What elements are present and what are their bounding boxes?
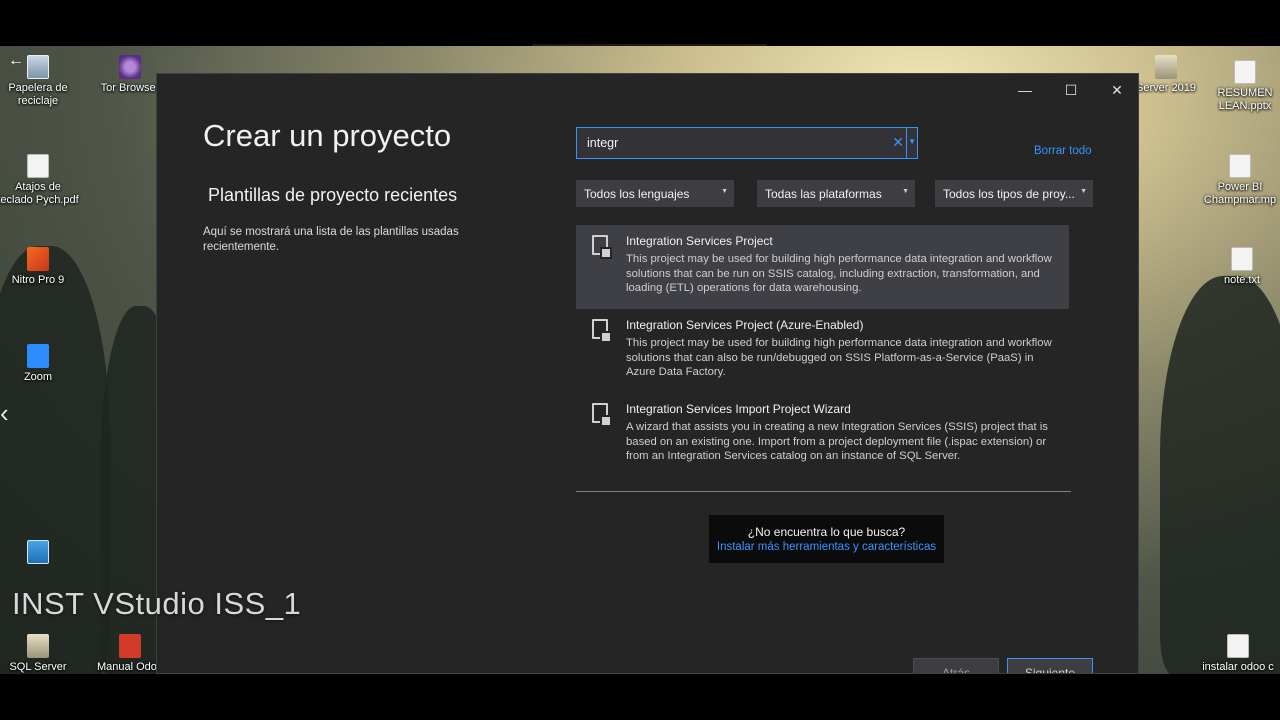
template-title: Integration Services Project (Azure-Enab… <box>626 318 864 332</box>
desktop-icon-computer[interactable] <box>0 540 80 567</box>
desktop-icon-label: Papelera de reciclaje <box>8 82 68 107</box>
clear-all-link[interactable]: Borrar todo <box>1034 145 1092 157</box>
recent-templates-description: Aquí se mostrará una lista de las planti… <box>203 226 459 253</box>
chevron-left-icon[interactable]: ‹ <box>0 398 9 429</box>
desktop-icon-resumen-lean[interactable]: RESUMEN LEAN.pptx <box>1206 60 1280 113</box>
pdf-file-icon <box>27 154 49 178</box>
file-icon <box>1227 634 1249 658</box>
integration-project-icon <box>590 235 614 261</box>
recycle-bin-icon <box>27 55 49 79</box>
search-separator <box>906 128 907 158</box>
zoom-icon <box>27 344 49 368</box>
chevron-down-icon: ▼ <box>1080 188 1087 195</box>
recent-templates-heading: Plantillas de proyecto recientes <box>208 185 458 205</box>
video-overlay-title: INST VStudio ISS_1 <box>12 586 302 621</box>
desktop-icon-label: instalar odoo c <box>1202 661 1274 673</box>
desktop-icon-zoom[interactable]: Zoom <box>0 344 80 384</box>
chevron-down-icon: ▼ <box>721 188 728 195</box>
desktop-icon-power-bi[interactable]: Power BI Champmar.mp <box>1200 154 1280 207</box>
nitro-pro-icon <box>27 247 49 271</box>
page-title: Crear un proyecto <box>203 118 452 153</box>
next-button[interactable]: Siguiente <box>1007 658 1093 673</box>
template-result[interactable]: Integration Services Project This projec… <box>576 225 1069 309</box>
close-button[interactable]: ✕ <box>1097 78 1137 102</box>
desktop-icon-nitro-pro[interactable]: Nitro Pro 9 <box>0 247 80 287</box>
powerbi-file-icon <box>1229 154 1251 178</box>
desktop-icon-label: Nitro Pro 9 <box>11 274 65 286</box>
template-result[interactable]: Integration Services Import Project Wiza… <box>576 393 1069 477</box>
project-type-filter[interactable]: Todos los tipos de proy... ▼ <box>935 180 1093 207</box>
results-divider <box>576 491 1071 492</box>
integration-project-icon <box>590 319 614 345</box>
desktop-icon-atajos-pdf[interactable]: Atajos de teclado Pych.pdf <box>0 154 80 207</box>
chevron-down-icon: ▼ <box>902 188 909 195</box>
language-filter[interactable]: Todos los lenguajes ▼ <box>576 180 734 207</box>
template-result[interactable]: Integration Services Project (Azure-Enab… <box>576 309 1069 393</box>
tor-browser-icon <box>119 55 141 79</box>
platform-filter-value: Todas las plataformas <box>765 187 882 201</box>
create-project-dialog: — ☐ ✕ Crear un proyecto Plantillas de pr… <box>156 73 1139 674</box>
install-more-tools-link[interactable]: Instalar más herramientas y característi… <box>709 541 944 553</box>
desktop-icon-recycle-bin[interactable]: Papelera de reciclaje <box>0 55 80 108</box>
desktop-icon-note-txt[interactable]: note.txt <box>1206 247 1278 287</box>
desktop-icon-label: Power BI Champmar.mp <box>1203 181 1277 206</box>
language-filter-value: Todos los lenguajes <box>584 187 690 201</box>
pptx-file-icon <box>1234 60 1256 84</box>
platform-filter[interactable]: Todas las plataformas ▼ <box>757 180 915 207</box>
sql-server-icon <box>1155 55 1177 79</box>
not-found-question: ¿No encuentra lo que busca? <box>747 525 906 539</box>
desktop-icon-label: RESUMEN LEAN.pptx <box>1217 87 1273 112</box>
minimize-button[interactable]: — <box>1005 78 1045 102</box>
pdf-file-icon <box>119 634 141 658</box>
template-title: Integration Services Project <box>626 234 773 248</box>
template-description: This project may be used for building hi… <box>626 337 1052 378</box>
back-button[interactable]: Atrás <box>913 658 999 673</box>
template-description: A wizard that assists you in creating a … <box>626 421 1048 462</box>
desktop-icon-label: Manual Odoo <box>96 661 164 673</box>
template-title: Integration Services Import Project Wiza… <box>626 402 851 416</box>
desktop-icon-label: note.txt <box>1223 274 1261 286</box>
search-input[interactable] <box>577 128 887 158</box>
not-found-panel: ¿No encuentra lo que busca? Instalar más… <box>709 515 944 563</box>
project-type-filter-value: Todos los tipos de proy... <box>943 187 1075 201</box>
computer-icon <box>27 540 49 564</box>
desktop-icon-label: Atajos de teclado Pych.pdf <box>0 181 79 206</box>
desktop-icon-label: Tor Browser <box>100 82 160 94</box>
desktop-icon-label: Server 2019 <box>1136 82 1196 94</box>
template-description: This project may be used for building hi… <box>626 253 1052 294</box>
clear-search-icon[interactable]: ✕ <box>892 134 904 151</box>
import-wizard-icon <box>590 403 614 429</box>
sql-server-icon <box>27 634 49 658</box>
template-search[interactable]: ✕ ▼ <box>576 127 918 159</box>
maximize-button[interactable]: ☐ <box>1051 78 1091 102</box>
video-bottom-bar <box>0 674 1280 720</box>
tree-silhouette <box>1160 276 1280 674</box>
desktop-icon-label: Zoom <box>23 371 53 383</box>
video-top-bar <box>0 0 1280 47</box>
text-file-icon <box>1231 247 1253 271</box>
search-history-dropdown-icon[interactable]: ▼ <box>908 137 916 146</box>
desktop-icon-instalar-odoo[interactable]: instalar odoo c <box>1196 634 1280 674</box>
